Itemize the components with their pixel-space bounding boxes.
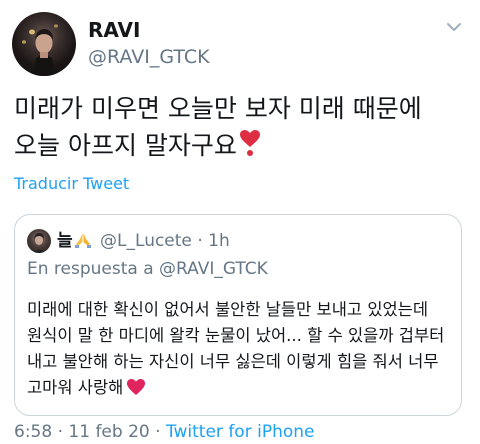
quoted-body: 미래에 대한 확신이 없어서 불안한 날들만 보내고 있었는데 원식이 말 한 … [27, 300, 445, 397]
reply-prefix: En respuesta a [27, 259, 154, 279]
quoted-tweet[interactable]: 늘 @L_Lucete · 1h En respuesta a @RAVI_GT… [14, 214, 462, 416]
quoted-author-handle[interactable]: @L_Lucete [100, 231, 192, 251]
author-display-name[interactable]: RAVI [88, 18, 140, 42]
footer-separator-2: · [155, 422, 161, 442]
chevron-down-icon [446, 17, 462, 36]
tweet-menu-button[interactable] [442, 14, 466, 38]
quoted-header: 늘 @L_Lucete · 1h [57, 229, 230, 256]
quoted-reply-context: En respuesta a @RAVI_GTCK [27, 259, 268, 279]
tweet-date[interactable]: 11 feb 20 [68, 422, 149, 442]
quoted-text: 미래에 대한 확신이 없어서 불안한 날들만 보내고 있었는데 원식이 말 한 … [27, 297, 455, 404]
author-handle[interactable]: @RAVI_GTCK [88, 46, 210, 68]
reply-to-handle[interactable]: @RAVI_GTCK [159, 259, 268, 279]
tweet-text: 미래가 미우면 오늘만 보자 미래 때문에 오늘 아프지 말자구요 [14, 90, 470, 167]
tweet-body: 미래가 미우면 오늘만 보자 미래 때문에 오늘 아프지 말자구요 [14, 94, 422, 160]
footer-separator-1: · [57, 422, 63, 442]
translate-tweet-link[interactable]: Traducir Tweet [14, 174, 129, 193]
praying-hands-icon [74, 231, 92, 256]
quoted-author-name[interactable]: 늘 [57, 231, 73, 251]
quoted-author-avatar[interactable] [27, 229, 51, 253]
tweet-source-link[interactable]: Twitter for iPhone [166, 422, 315, 442]
quoted-separator: · [197, 231, 203, 251]
author-avatar[interactable] [12, 12, 76, 76]
tweet-time[interactable]: 6:58 [14, 422, 52, 442]
red-heart-icon [126, 378, 146, 404]
red-heart-exclamation-icon [239, 129, 261, 167]
tweet-footer: 6:58 · 11 feb 20 · Twitter for iPhone [14, 422, 314, 442]
quoted-time[interactable]: 1h [208, 231, 230, 251]
